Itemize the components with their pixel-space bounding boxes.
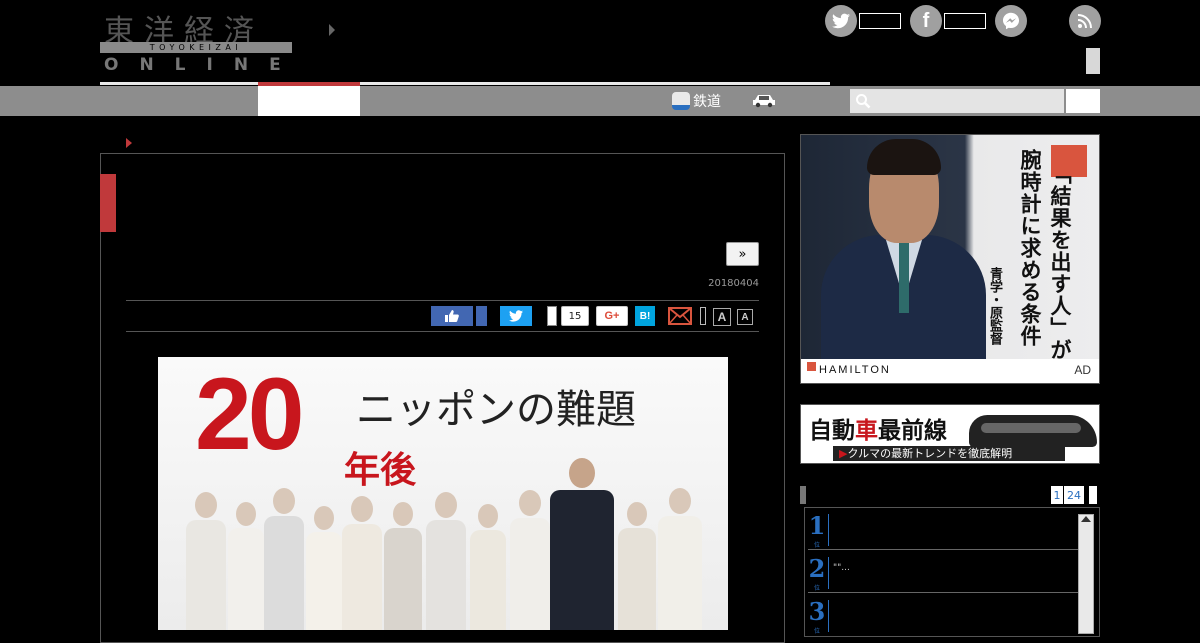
car-title-b: 最前線 [878, 418, 947, 444]
rank-number: 3 [808, 597, 826, 626]
ranking-heading-marker [800, 486, 806, 504]
nav-rail-label: 鉄道 [693, 94, 721, 110]
font-large-button[interactable]: A [713, 308, 731, 326]
facebook-count-box [944, 13, 986, 29]
ranking-scrollbar[interactable] [1078, 514, 1094, 634]
facebook-like-button[interactable] [431, 306, 473, 326]
rss-icon[interactable] [1069, 5, 1101, 37]
ranking-tab-1[interactable]: 1 [1051, 486, 1063, 504]
hero-nen: 年後 [344, 450, 417, 491]
ad-tie [899, 243, 909, 313]
tweet-bird-icon [509, 310, 523, 322]
ad-byline: 青学・原監督 [987, 267, 1002, 345]
nav-item-rail[interactable]: 鉄道 [672, 88, 721, 114]
hero-person [510, 490, 550, 630]
ranking-item[interactable]: 2 位 ""... [808, 553, 1078, 593]
facebook-share-button[interactable] [476, 306, 487, 326]
rank-divider [828, 514, 829, 546]
messenger-icon[interactable] [995, 5, 1027, 37]
twitter-icon[interactable] [825, 5, 857, 37]
hero-person [306, 506, 342, 630]
ranking-tab-more[interactable] [1089, 486, 1097, 504]
tweet-button[interactable] [500, 306, 532, 326]
hero-person [384, 502, 422, 630]
share-count: 15 [561, 306, 589, 326]
rank-unit: 位 [814, 628, 821, 635]
logo-online: ONLINE [104, 55, 302, 75]
ad-headline-2: 腕時計に求める条件 [1018, 149, 1042, 347]
share-count-tab[interactable] [547, 306, 557, 326]
train-icon [672, 92, 690, 110]
search-input[interactable] [850, 89, 1064, 113]
rank-divider [828, 557, 829, 589]
ad-brand: HAMILTON [819, 364, 891, 376]
hero-person [618, 502, 656, 630]
watch-ad-banner[interactable]: 「結果を出す人」が 腕時計に求める条件 青学・原監督 HAMILTON AD [800, 134, 1100, 384]
hero-person [228, 502, 264, 630]
logo-romaji: TOYOKEIZAI [100, 42, 292, 53]
facebook-icon[interactable]: f [910, 5, 942, 37]
nav-top-divider [100, 82, 830, 85]
hamilton-logo-icon [807, 362, 816, 371]
nav-item-active[interactable] [258, 86, 360, 116]
next-page-button[interactable]: » [726, 242, 759, 266]
hero-person [470, 504, 506, 630]
car-title-red: 車 [855, 418, 878, 444]
nav-active-indicator [258, 82, 360, 86]
side-tab-button[interactable] [1086, 48, 1100, 74]
car-icon[interactable] [752, 92, 776, 108]
hero-person [342, 496, 382, 630]
ranking-item[interactable]: 1 位 [808, 510, 1078, 550]
hero-person [426, 492, 466, 630]
share-bottom-divider [126, 331, 759, 332]
article-title-marker [100, 174, 116, 232]
car-feature-banner[interactable]: 自動車最前線 ▶クルマの最新トレンドを徹底解明 [800, 404, 1100, 464]
share-top-divider [126, 300, 759, 301]
rank-unit: 位 [814, 585, 821, 592]
rank-number: 1 [808, 511, 826, 540]
article-hero-image: 20 年後 ニッポンの難題 [158, 357, 728, 630]
twitter-count-box [859, 13, 901, 29]
sports-car-window [981, 423, 1081, 433]
car-title-a: 自動 [809, 418, 855, 444]
search-icon [856, 94, 871, 109]
search-button[interactable] [1066, 89, 1100, 113]
hero-person-young [550, 458, 614, 630]
tagline-text: クルマの最新トレンドを徹底解明 [847, 447, 1013, 460]
hero-subtitle: ニッポンの難題 [356, 387, 636, 433]
rank-divider [828, 600, 829, 632]
thumbs-up-icon [445, 310, 459, 322]
article-date: 20180404 [708, 278, 759, 289]
ranking-tab-24[interactable]: 24 [1064, 486, 1084, 504]
ranking-item[interactable]: 3 位 [808, 596, 1078, 636]
ad-hair [867, 139, 941, 175]
font-small-button[interactable]: A [737, 309, 753, 325]
hero-person [658, 488, 702, 630]
ad-headline-1: 「結果を出す人」が [1048, 163, 1072, 361]
hero-person [186, 492, 226, 630]
header-arrow-icon[interactable] [329, 24, 335, 36]
site-logo[interactable]: 東洋経済 TOYOKEIZAI ONLINE [100, 6, 295, 75]
scroll-up-arrow-icon[interactable] [1081, 516, 1091, 522]
rank-title: ""... [833, 563, 850, 573]
ad-footer: HAMILTON AD [801, 359, 1099, 383]
hatena-bookmark-button[interactable]: B! [635, 306, 655, 326]
breadcrumb-arrow-icon [126, 138, 132, 148]
font-size-toggle[interactable] [700, 307, 706, 325]
car-banner-title: 自動車最前線 [809, 411, 947, 445]
mail-icon[interactable] [668, 306, 692, 326]
ad-label: AD [1074, 363, 1091, 377]
rank-number: 2 [808, 554, 826, 583]
car-banner-tagline: ▶クルマの最新トレンドを徹底解明 [833, 446, 1065, 461]
hero-number: 20 [195, 357, 304, 471]
google-plus-button[interactable]: G+ [596, 306, 628, 326]
rank-unit: 位 [814, 542, 821, 549]
hero-person [264, 488, 304, 630]
